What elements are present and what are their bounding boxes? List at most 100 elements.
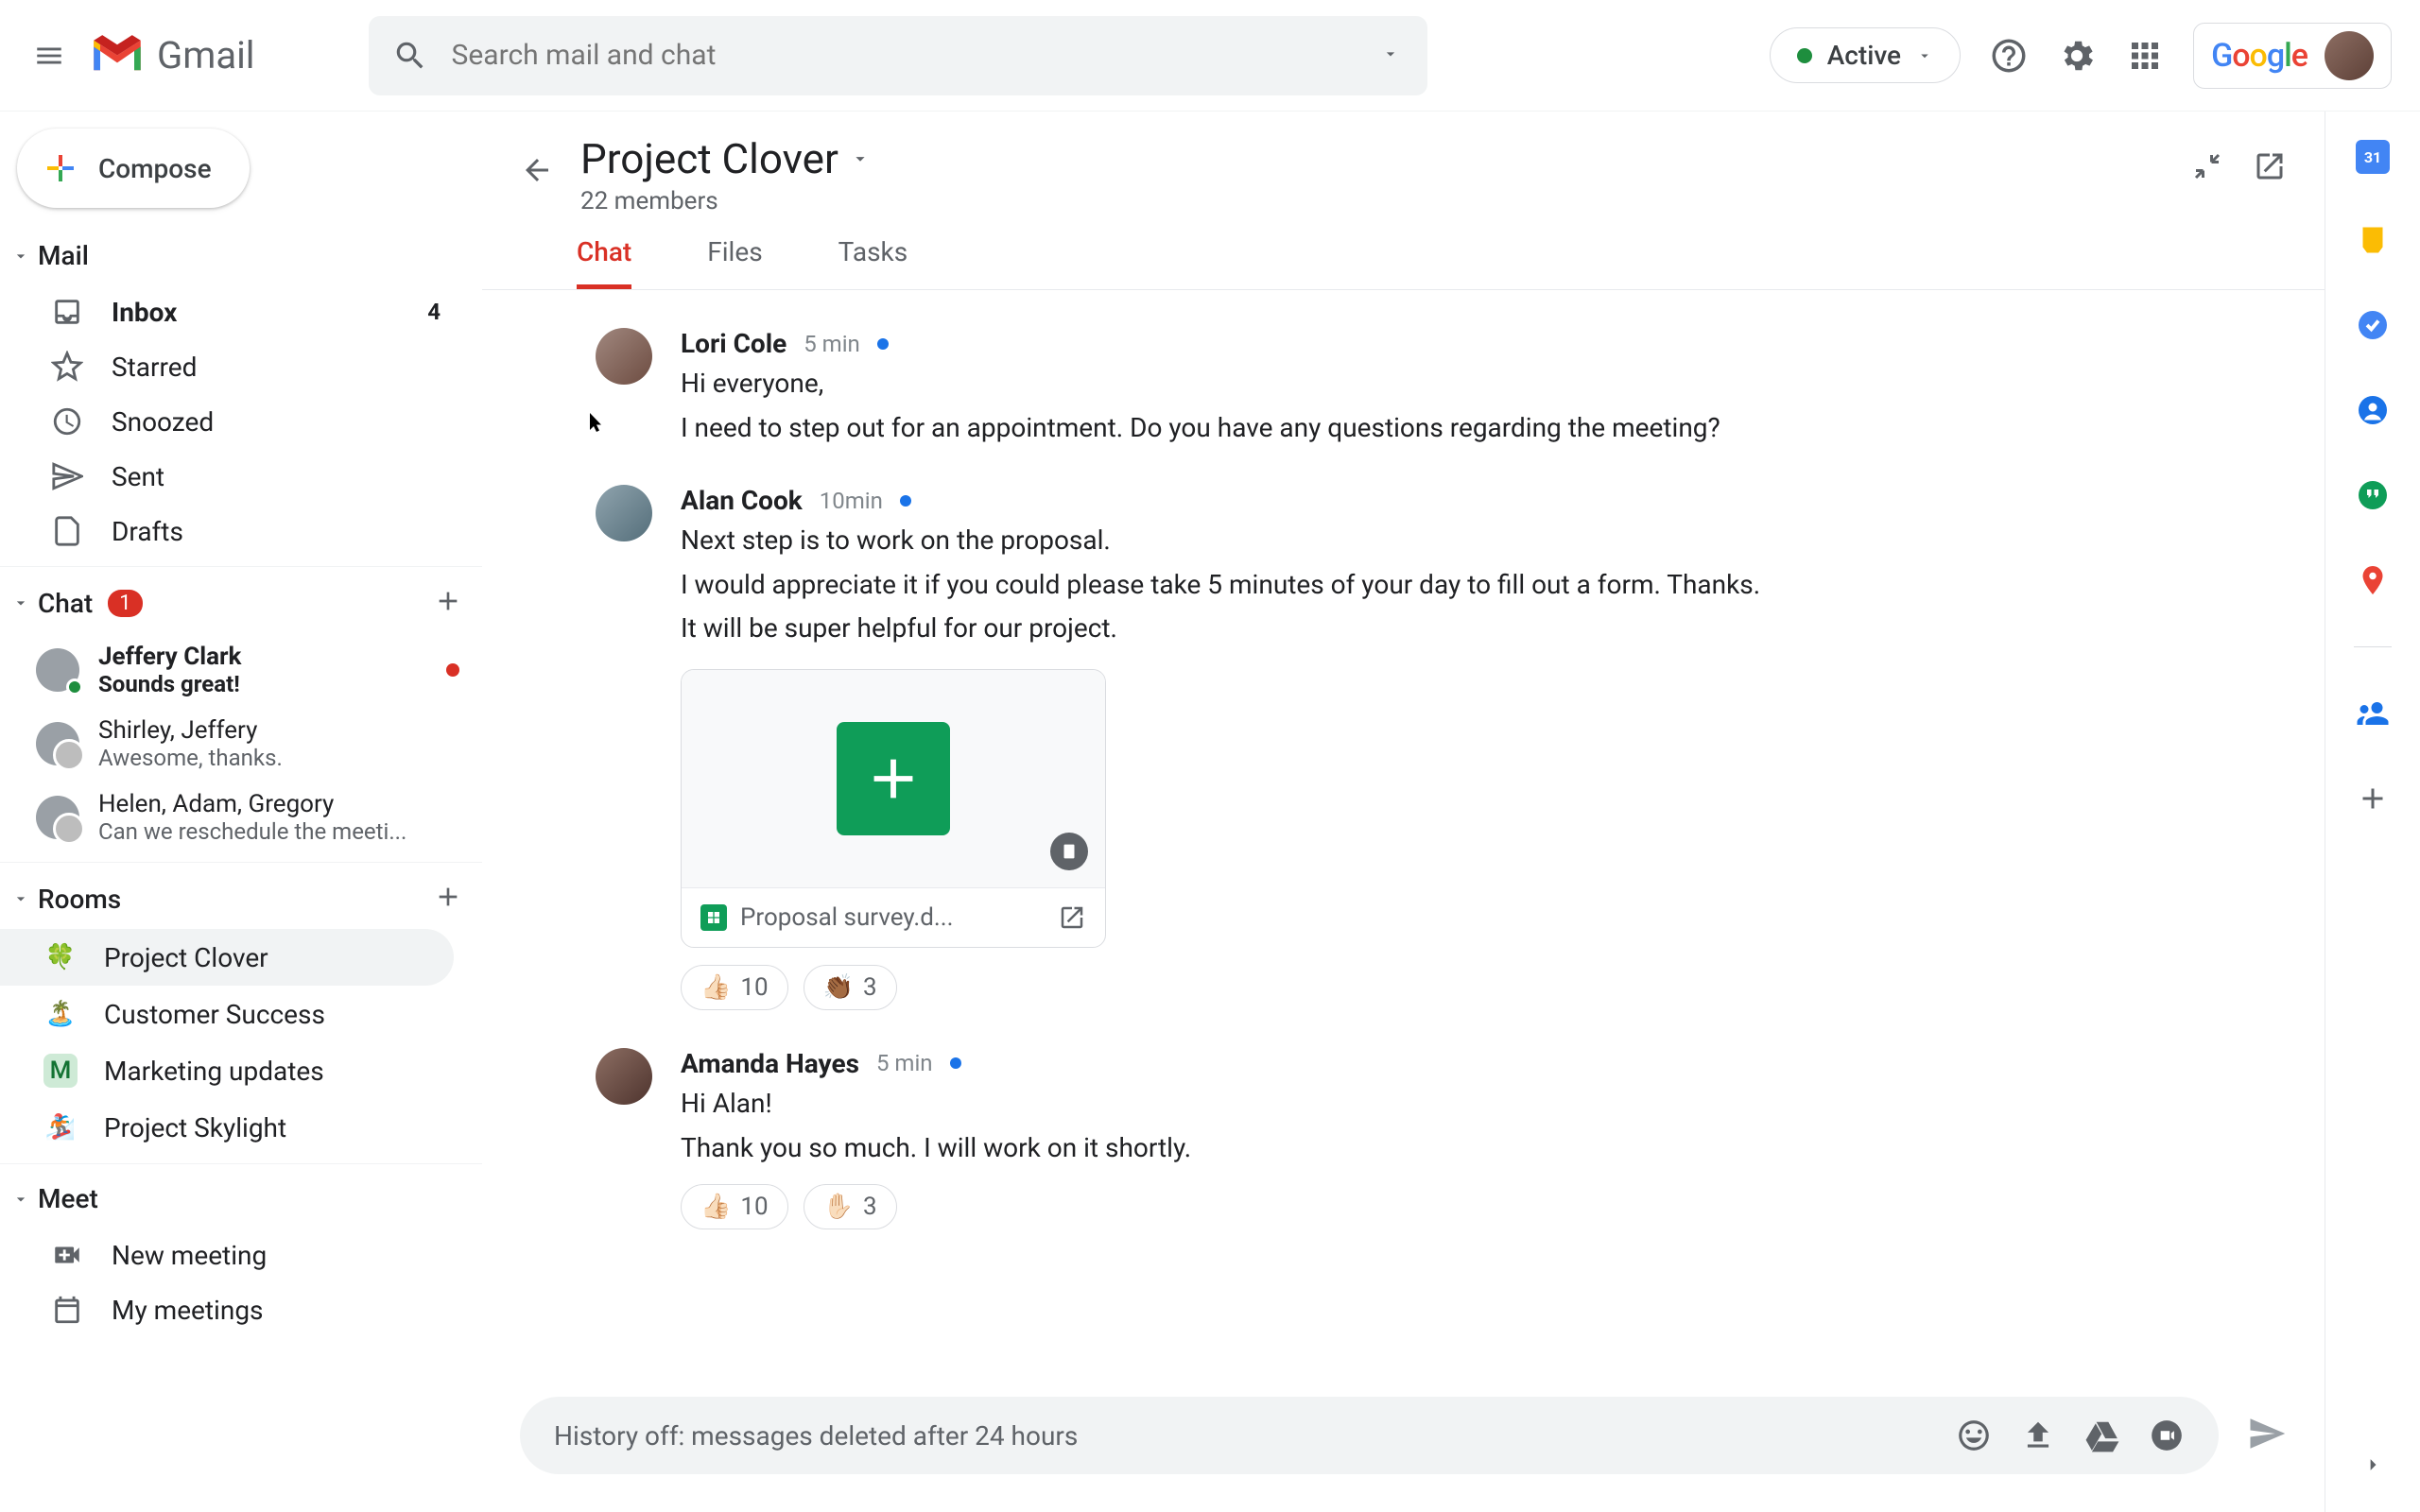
mail-section-header[interactable]: Mail [0, 227, 482, 284]
add-chat-button[interactable] [433, 586, 463, 620]
avatar [596, 328, 652, 385]
nav-drafts[interactable]: Drafts [0, 504, 463, 558]
sheets-mini-icon [700, 904, 727, 931]
compose-button[interactable]: Compose [17, 129, 250, 208]
room-item[interactable]: MMarketing updates [0, 1042, 454, 1099]
add-room-button[interactable] [433, 882, 463, 916]
nav-sent[interactable]: Sent [0, 449, 463, 504]
send-button[interactable] [2247, 1414, 2287, 1457]
add-people-icon[interactable] [2354, 695, 2392, 732]
account-pill[interactable]: Google [2193, 23, 2392, 89]
reaction[interactable]: ✋🏻3 [804, 1184, 897, 1229]
open-icon[interactable] [1058, 903, 1086, 932]
avatar [36, 722, 79, 765]
expand-panel-icon[interactable] [2354, 1446, 2392, 1484]
rooms-section-header[interactable]: Rooms [0, 862, 482, 929]
tasks-icon[interactable] [2354, 306, 2392, 344]
tab-tasks[interactable]: Tasks [838, 236, 908, 289]
room-item[interactable]: 🏂Project Skylight [0, 1099, 454, 1156]
hangouts-icon[interactable] [2354, 476, 2392, 514]
menu-icon[interactable] [28, 35, 70, 77]
google-logo: Google [2211, 37, 2308, 75]
room-icon: 🍀 [43, 940, 78, 974]
tab-chat[interactable]: Chat [577, 236, 631, 289]
reaction[interactable]: 👏🏾3 [804, 965, 897, 1010]
meet-section-header[interactable]: Meet [0, 1163, 482, 1228]
search-bar[interactable] [369, 16, 1427, 95]
tab-files[interactable]: Files [707, 236, 762, 289]
settings-icon[interactable] [2057, 36, 2097, 76]
gmail-logo[interactable]: Gmail [89, 33, 255, 77]
chat-item[interactable]: Helen, Adam, GregoryCan we reschedule th… [0, 781, 482, 854]
message-composer[interactable]: History off: messages deleted after 24 h… [520, 1397, 2219, 1474]
room-item[interactable]: 🏝️Customer Success [0, 986, 454, 1042]
search-input[interactable] [452, 39, 1381, 72]
nav-inbox[interactable]: Inbox4 [0, 284, 463, 339]
nav-snoozed[interactable]: Snoozed [0, 394, 463, 449]
unread-dot-icon [446, 663, 459, 677]
main-content: Project Clover 22 members ChatFilesTasks… [482, 112, 2325, 1512]
sidebar: Compose Mail Inbox4StarredSnoozedSentDra… [0, 112, 482, 1512]
room-item[interactable]: 🍀Project Clover [0, 929, 454, 986]
room-icon: 🏝️ [43, 997, 78, 1031]
compose-label: Compose [98, 153, 212, 184]
user-avatar[interactable] [2325, 31, 2374, 80]
chat-section-label: Chat [38, 588, 93, 619]
avatar [596, 1048, 652, 1105]
keep-icon[interactable] [2354, 221, 2392, 259]
message: Lori Cole5 minHi everyone,I need to step… [596, 328, 2268, 447]
status-label: Active [1827, 40, 1901, 71]
back-button[interactable] [520, 153, 554, 191]
plus-icon [43, 151, 78, 185]
mail-section-label: Mail [38, 240, 89, 271]
message: Alan Cook10minNext step is to work on th… [596, 485, 2268, 1010]
meet-new-meeting[interactable]: New meeting [0, 1228, 463, 1282]
search-icon [392, 38, 428, 74]
drive-icon[interactable] [2084, 1418, 2120, 1453]
collapse-icon[interactable] [2190, 149, 2224, 183]
chat-section-header[interactable]: Chat 1 [0, 566, 482, 633]
upload-icon[interactable] [2020, 1418, 2056, 1453]
apps-icon[interactable] [2125, 36, 2165, 76]
chat-item[interactable]: Jeffery ClarkSounds great! [0, 633, 482, 707]
avatar [596, 485, 652, 541]
side-panel: 31 [2325, 112, 2420, 1512]
status-dot-icon [900, 495, 911, 507]
caret-down-icon [11, 1190, 30, 1209]
status-dot-icon [877, 338, 889, 350]
chat-badge: 1 [108, 590, 142, 617]
room-icon: M [43, 1054, 78, 1088]
attachment-type-icon [1050, 833, 1088, 870]
search-options-icon[interactable] [1381, 44, 1404, 67]
room-icon: 🏂 [43, 1110, 78, 1144]
chevron-down-icon [850, 148, 871, 169]
meet-icon[interactable] [2149, 1418, 2185, 1453]
help-icon[interactable] [1989, 36, 2029, 76]
maps-icon[interactable] [2354, 561, 2392, 599]
reaction[interactable]: 👍🏻10 [681, 1184, 788, 1229]
meet-section-label: Meet [38, 1183, 98, 1214]
avatar [36, 648, 79, 692]
sheets-icon [837, 722, 950, 835]
rooms-section-label: Rooms [38, 884, 121, 915]
open-new-icon[interactable] [2253, 149, 2287, 183]
avatar [36, 796, 79, 839]
add-addon-icon[interactable] [2354, 780, 2392, 817]
reaction[interactable]: 👍🏻10 [681, 965, 788, 1010]
emoji-icon[interactable] [1956, 1418, 1992, 1453]
caret-down-icon [11, 247, 30, 266]
caret-down-icon [11, 593, 30, 612]
status-dot-icon [1797, 48, 1812, 63]
chevron-down-icon [1916, 47, 1933, 64]
meet-my-meetings[interactable]: My meetings [0, 1282, 463, 1337]
caret-down-icon [11, 889, 30, 908]
contacts-icon[interactable] [2354, 391, 2392, 429]
chat-item[interactable]: Shirley, JefferyAwesome, thanks. [0, 707, 482, 781]
gmail-text: Gmail [157, 33, 255, 77]
nav-starred[interactable]: Starred [0, 339, 463, 394]
attachment[interactable]: Proposal survey.d... [681, 669, 1106, 948]
room-title[interactable]: Project Clover [580, 134, 2164, 183]
status-pill[interactable]: Active [1770, 27, 1961, 83]
calendar-icon[interactable]: 31 [2356, 140, 2390, 174]
divider [2354, 646, 2392, 647]
